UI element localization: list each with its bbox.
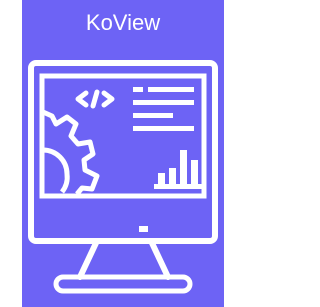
- text-lines-icon: [133, 87, 194, 131]
- monitor-dashboard-icon: [28, 60, 218, 294]
- monitor-base: [53, 274, 193, 294]
- bar-chart-icon: [154, 150, 202, 189]
- monitor-stand: [77, 240, 171, 280]
- code-icon: [75, 89, 115, 109]
- power-indicator: [139, 226, 148, 232]
- gear-icon: [41, 109, 100, 196]
